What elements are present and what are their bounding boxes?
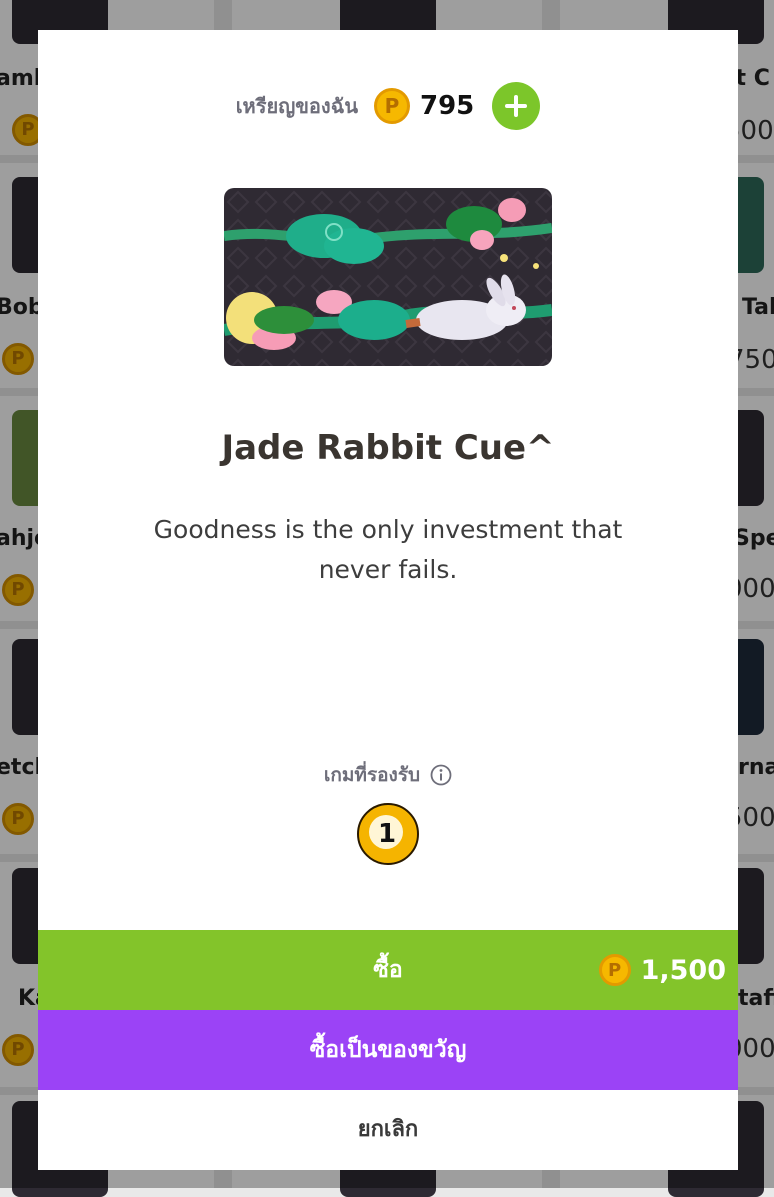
item-preview-image	[224, 188, 552, 366]
ball-number: 1	[378, 819, 396, 849]
buy-price: P 1,500	[598, 930, 726, 1010]
8-ball-pool-game-icon: 1	[357, 803, 419, 865]
item-description: Goodness is the only investment that nev…	[153, 515, 623, 584]
coin-icon: P	[598, 954, 631, 986]
coin-balance: 795	[419, 91, 475, 121]
supported-games-header: เกมที่รองรับ	[38, 760, 738, 790]
item-title: Jade Rabbit Cue^	[221, 428, 555, 468]
coins-label: เหรียญของฉัน	[235, 94, 358, 118]
supported-games-label: เกมที่รองรับ	[323, 764, 421, 786]
add-coins-button[interactable]	[492, 82, 541, 130]
coin-balance-bar: เหรียญของฉัน P 795	[38, 82, 738, 130]
buy-button[interactable]: ซื้อ P 1,500	[38, 930, 738, 1010]
purchase-dialog: เหรียญของฉัน P 795 Jade Rabbit Cue^ Good…	[38, 30, 738, 1170]
info-icon[interactable]	[430, 764, 452, 786]
plus-icon	[505, 95, 528, 117]
coin-icon: P	[373, 88, 410, 124]
cancel-button[interactable]: ยกเลิก	[38, 1090, 738, 1170]
buy-as-gift-button[interactable]: ซื้อเป็นของขวัญ	[38, 1010, 738, 1090]
buy-price-value: 1,500	[640, 954, 726, 986]
